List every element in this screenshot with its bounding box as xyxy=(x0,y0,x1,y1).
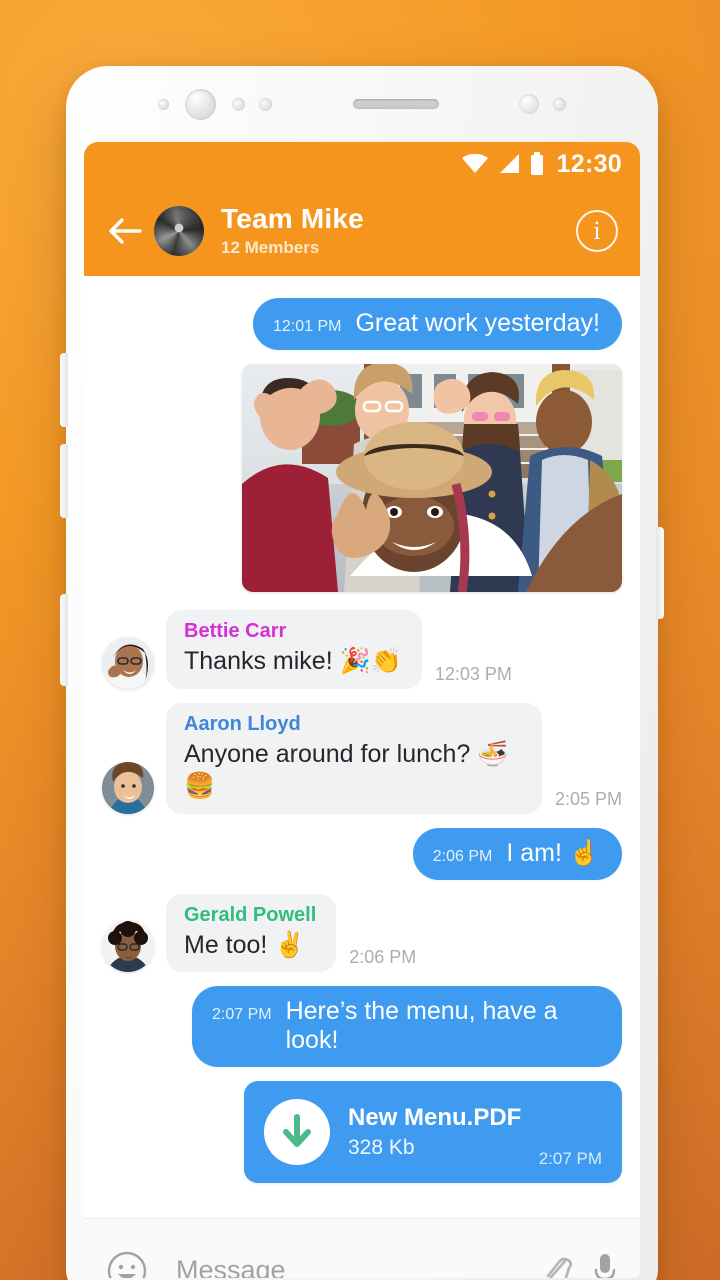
message-input[interactable]: Message xyxy=(164,1255,524,1278)
phone-screen: 12:30 Team Mike 12 Members i 12:01 PM Gr… xyxy=(84,142,640,1278)
phone-top-bezel xyxy=(66,66,658,142)
message-input-bar: Message xyxy=(84,1218,640,1278)
incoming-bubble[interactable]: Aaron Lloyd Anyone around for lunch? 🍜🍔 xyxy=(166,702,542,814)
earpiece-speaker xyxy=(352,99,439,109)
message-row: 12:01 PM Great work yesterday! xyxy=(84,298,640,350)
message-text: Thanks mike! 🎉👏 xyxy=(184,647,402,675)
iris-sensor-dot xyxy=(259,97,272,111)
bixby-button[interactable] xyxy=(60,594,68,686)
outgoing-bubble[interactable]: 2:06 PM I am! ☝️ xyxy=(412,827,622,880)
battery-icon xyxy=(530,152,543,175)
message-list[interactable]: 12:01 PM Great work yesterday! Bettie Ca… xyxy=(84,276,640,1218)
message-timestamp: 12:01 PM xyxy=(272,318,342,335)
front-camera-lens xyxy=(185,88,216,120)
message-sender: Bettie Carr xyxy=(184,620,287,642)
volume-up-button[interactable] xyxy=(60,353,68,427)
message-text: I am! ☝️ xyxy=(506,838,600,867)
message-row: New Menu.PDF 328 Kb 2:07 PM xyxy=(84,1081,640,1183)
message-text: Great work yesterday! xyxy=(355,309,600,337)
paperclip-icon[interactable] xyxy=(540,1251,576,1278)
chat-header: Team Mike 12 Members i xyxy=(84,186,640,276)
status-bar: 12:30 xyxy=(84,142,640,186)
group-selfie-photo xyxy=(242,364,622,592)
cellular-signal-icon xyxy=(499,154,519,173)
message-timestamp: 2:06 PM xyxy=(432,847,493,865)
message-row xyxy=(84,364,640,592)
secondary-camera-dot xyxy=(519,94,539,114)
led-indicator-dot xyxy=(553,97,566,111)
message-timestamp: 2:06 PM xyxy=(349,947,417,967)
back-arrow-icon[interactable] xyxy=(102,208,148,254)
outgoing-bubble[interactable]: 12:01 PM Great work yesterday! xyxy=(252,298,622,350)
message-timestamp: 2:07 PM xyxy=(212,1006,272,1023)
message-sender: Aaron Lloyd xyxy=(184,712,301,735)
chat-title-block[interactable]: Team Mike 12 Members xyxy=(221,203,576,258)
message-timestamp: 2:05 PM xyxy=(554,788,622,809)
incoming-bubble[interactable]: Bettie Carr Thanks mike! 🎉👏 xyxy=(166,610,422,689)
download-arrow-icon[interactable] xyxy=(264,1099,330,1165)
light-sensor-dot xyxy=(232,97,245,111)
message-row: 2:06 PM I am! ☝️ xyxy=(84,827,640,880)
file-name: New Menu.PDF xyxy=(348,1103,522,1131)
group-avatar[interactable] xyxy=(154,206,204,256)
microphone-icon[interactable] xyxy=(592,1251,618,1278)
phone-device: 12:30 Team Mike 12 Members i 12:01 PM Gr… xyxy=(60,66,664,1280)
message-timestamp: 2:07 PM xyxy=(538,1149,602,1168)
power-button[interactable] xyxy=(656,527,664,619)
wifi-icon xyxy=(461,153,488,173)
status-bar-clock: 12:30 xyxy=(556,149,622,178)
message-timestamp: 12:03 PM xyxy=(434,663,512,684)
outgoing-bubble[interactable]: 2:07 PM Here’s the menu, have a look! xyxy=(192,986,622,1067)
message-row: 2:07 PM Here’s the menu, have a look! xyxy=(84,986,640,1067)
message-sender: Gerald Powell xyxy=(184,903,317,926)
message-row: Gerald Powell Me too! ✌️ 2:06 PM xyxy=(84,893,640,972)
avatar-aaron-lloyd[interactable] xyxy=(102,761,154,814)
proximity-sensor-dot xyxy=(158,98,169,110)
avatar-bettie-carr[interactable] xyxy=(102,636,154,689)
file-attachment[interactable]: New Menu.PDF 328 Kb 2:07 PM xyxy=(244,1081,622,1183)
message-row: Bettie Carr Thanks mike! 🎉👏 12:03 PM xyxy=(84,610,640,689)
message-text: Here’s the menu, have a look! xyxy=(285,997,558,1054)
message-text: Me too! ✌️ xyxy=(184,930,306,959)
emoji-smiley-icon[interactable] xyxy=(106,1250,148,1278)
info-icon[interactable]: i xyxy=(576,210,618,252)
avatar-gerald-powell[interactable] xyxy=(102,920,154,972)
page-title: Team Mike xyxy=(221,203,364,235)
volume-down-button[interactable] xyxy=(60,444,68,518)
message-row: Aaron Lloyd Anyone around for lunch? 🍜🍔 … xyxy=(84,702,640,814)
member-count: 12 Members xyxy=(221,237,320,257)
photo-attachment[interactable] xyxy=(242,364,622,592)
info-glyph: i xyxy=(593,216,601,245)
message-text: Anyone around for lunch? 🍜🍔 xyxy=(184,739,509,801)
incoming-bubble[interactable]: Gerald Powell Me too! ✌️ xyxy=(166,893,337,972)
